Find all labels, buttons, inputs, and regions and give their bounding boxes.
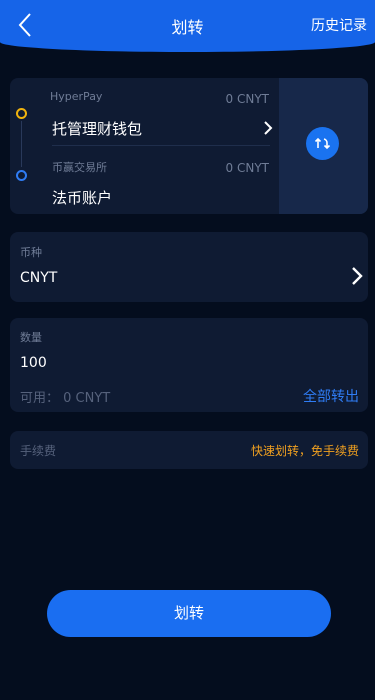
- transfer-all-button[interactable]: 全部转出: [303, 386, 359, 406]
- coin-label: 币种: [20, 246, 42, 259]
- to-account: 法币账户: [52, 189, 113, 207]
- fee-label: 手续费: [20, 444, 57, 458]
- swap-button[interactable]: [306, 127, 339, 160]
- to-balance: 0 CNYT: [225, 161, 269, 175]
- chevron-right-icon[interactable]: [262, 120, 274, 136]
- swap-area: [279, 78, 368, 214]
- from-dot: [16, 108, 27, 119]
- amount-input[interactable]: 100: [20, 355, 47, 371]
- swap-icon: [314, 137, 331, 150]
- amount-label: 数量: [20, 331, 42, 344]
- submit-transfer-button[interactable]: 划转: [47, 590, 331, 637]
- available-balance: 可用： 0 CNYT: [20, 391, 111, 406]
- chevron-right-icon[interactable]: [350, 266, 364, 286]
- fee-note: 快速划转，免手续费: [250, 444, 359, 458]
- to-dot: [16, 170, 27, 181]
- connector-line: [21, 121, 22, 167]
- from-account[interactable]: 托管理财钱包: [52, 118, 142, 139]
- from-wallet-name: HyperPay: [50, 90, 103, 103]
- coin-selector[interactable]: [10, 232, 368, 302]
- to-wallet-name: 币赢交易所: [52, 161, 107, 174]
- divider: [52, 145, 270, 146]
- from-balance: 0 CNYT: [225, 92, 269, 106]
- history-link[interactable]: 历史记录: [311, 15, 367, 35]
- coin-value: CNYT: [20, 270, 58, 286]
- header-bar: 划转 历史记录: [0, 0, 375, 52]
